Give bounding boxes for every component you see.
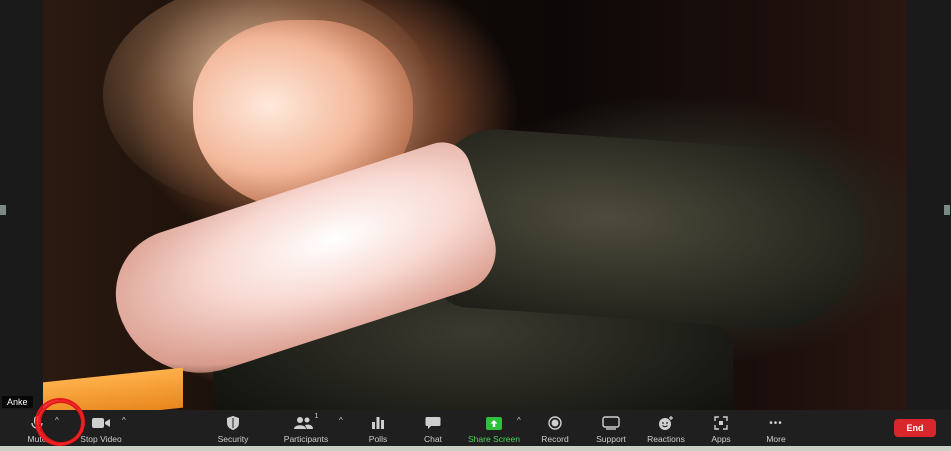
people-icon: 1 xyxy=(293,413,319,433)
video-camera-icon xyxy=(91,413,111,433)
stop-video-label: Stop Video xyxy=(80,434,122,444)
microphone-icon xyxy=(30,413,44,433)
apps-icon xyxy=(714,413,728,433)
security-label: Security xyxy=(217,434,249,444)
stop-video-button[interactable]: Stop Video xyxy=(78,410,124,446)
share-arrow-icon xyxy=(486,413,502,433)
participants-button[interactable]: 1 Participants xyxy=(281,410,331,446)
record-label: Record xyxy=(541,434,569,444)
video-stage xyxy=(0,0,951,410)
polls-button[interactable]: Polls xyxy=(363,410,393,446)
bar-chart-icon xyxy=(371,413,385,433)
more-dots-glyph: ••• xyxy=(769,417,783,429)
more-button[interactable]: ••• More xyxy=(761,410,791,446)
reactions-label: Reactions xyxy=(647,434,685,444)
more-label: More xyxy=(766,434,786,444)
bottom-taskbar-strip xyxy=(0,446,951,451)
share-screen-label: Share Screen xyxy=(468,434,520,444)
participant-video[interactable] xyxy=(43,0,907,410)
reactions-button[interactable]: Reactions xyxy=(646,410,686,446)
meeting-toolbar: Mute ^ Stop Video ^ Security 1 Participa… xyxy=(0,410,951,446)
apps-label: Apps xyxy=(711,434,731,444)
participants-options-caret[interactable]: ^ xyxy=(339,416,343,425)
polls-label: Polls xyxy=(368,434,388,444)
emoji-plus-icon xyxy=(657,413,675,433)
record-button[interactable]: Record xyxy=(538,410,572,446)
share-screen-button[interactable]: Share Screen xyxy=(468,410,520,446)
support-label: Support xyxy=(596,434,626,444)
more-dots-icon: ••• xyxy=(769,413,783,433)
apps-button[interactable]: Apps xyxy=(706,410,736,446)
participant-name-tag: Anke xyxy=(2,396,33,408)
video-desk-region xyxy=(43,367,183,410)
share-options-caret[interactable]: ^ xyxy=(517,416,521,425)
end-meeting-button[interactable]: End xyxy=(894,419,936,437)
shield-icon xyxy=(226,413,240,433)
participants-label: Participants xyxy=(283,434,329,444)
participants-count: 1 xyxy=(314,413,319,420)
support-screen-icon xyxy=(602,413,620,433)
chat-button[interactable]: Chat xyxy=(418,410,448,446)
chat-label: Chat xyxy=(424,434,442,444)
mute-label: Mute xyxy=(27,434,47,444)
security-button[interactable]: Security xyxy=(213,410,253,446)
speech-bubble-icon xyxy=(425,413,441,433)
mute-button[interactable]: Mute xyxy=(22,410,52,446)
left-resize-handle[interactable] xyxy=(0,205,6,215)
audio-options-caret[interactable]: ^ xyxy=(55,416,59,425)
record-icon xyxy=(548,413,562,433)
video-arm-region xyxy=(427,125,869,335)
right-resize-handle[interactable] xyxy=(944,205,950,215)
video-options-caret[interactable]: ^ xyxy=(122,416,126,425)
support-button[interactable]: Support xyxy=(593,410,629,446)
